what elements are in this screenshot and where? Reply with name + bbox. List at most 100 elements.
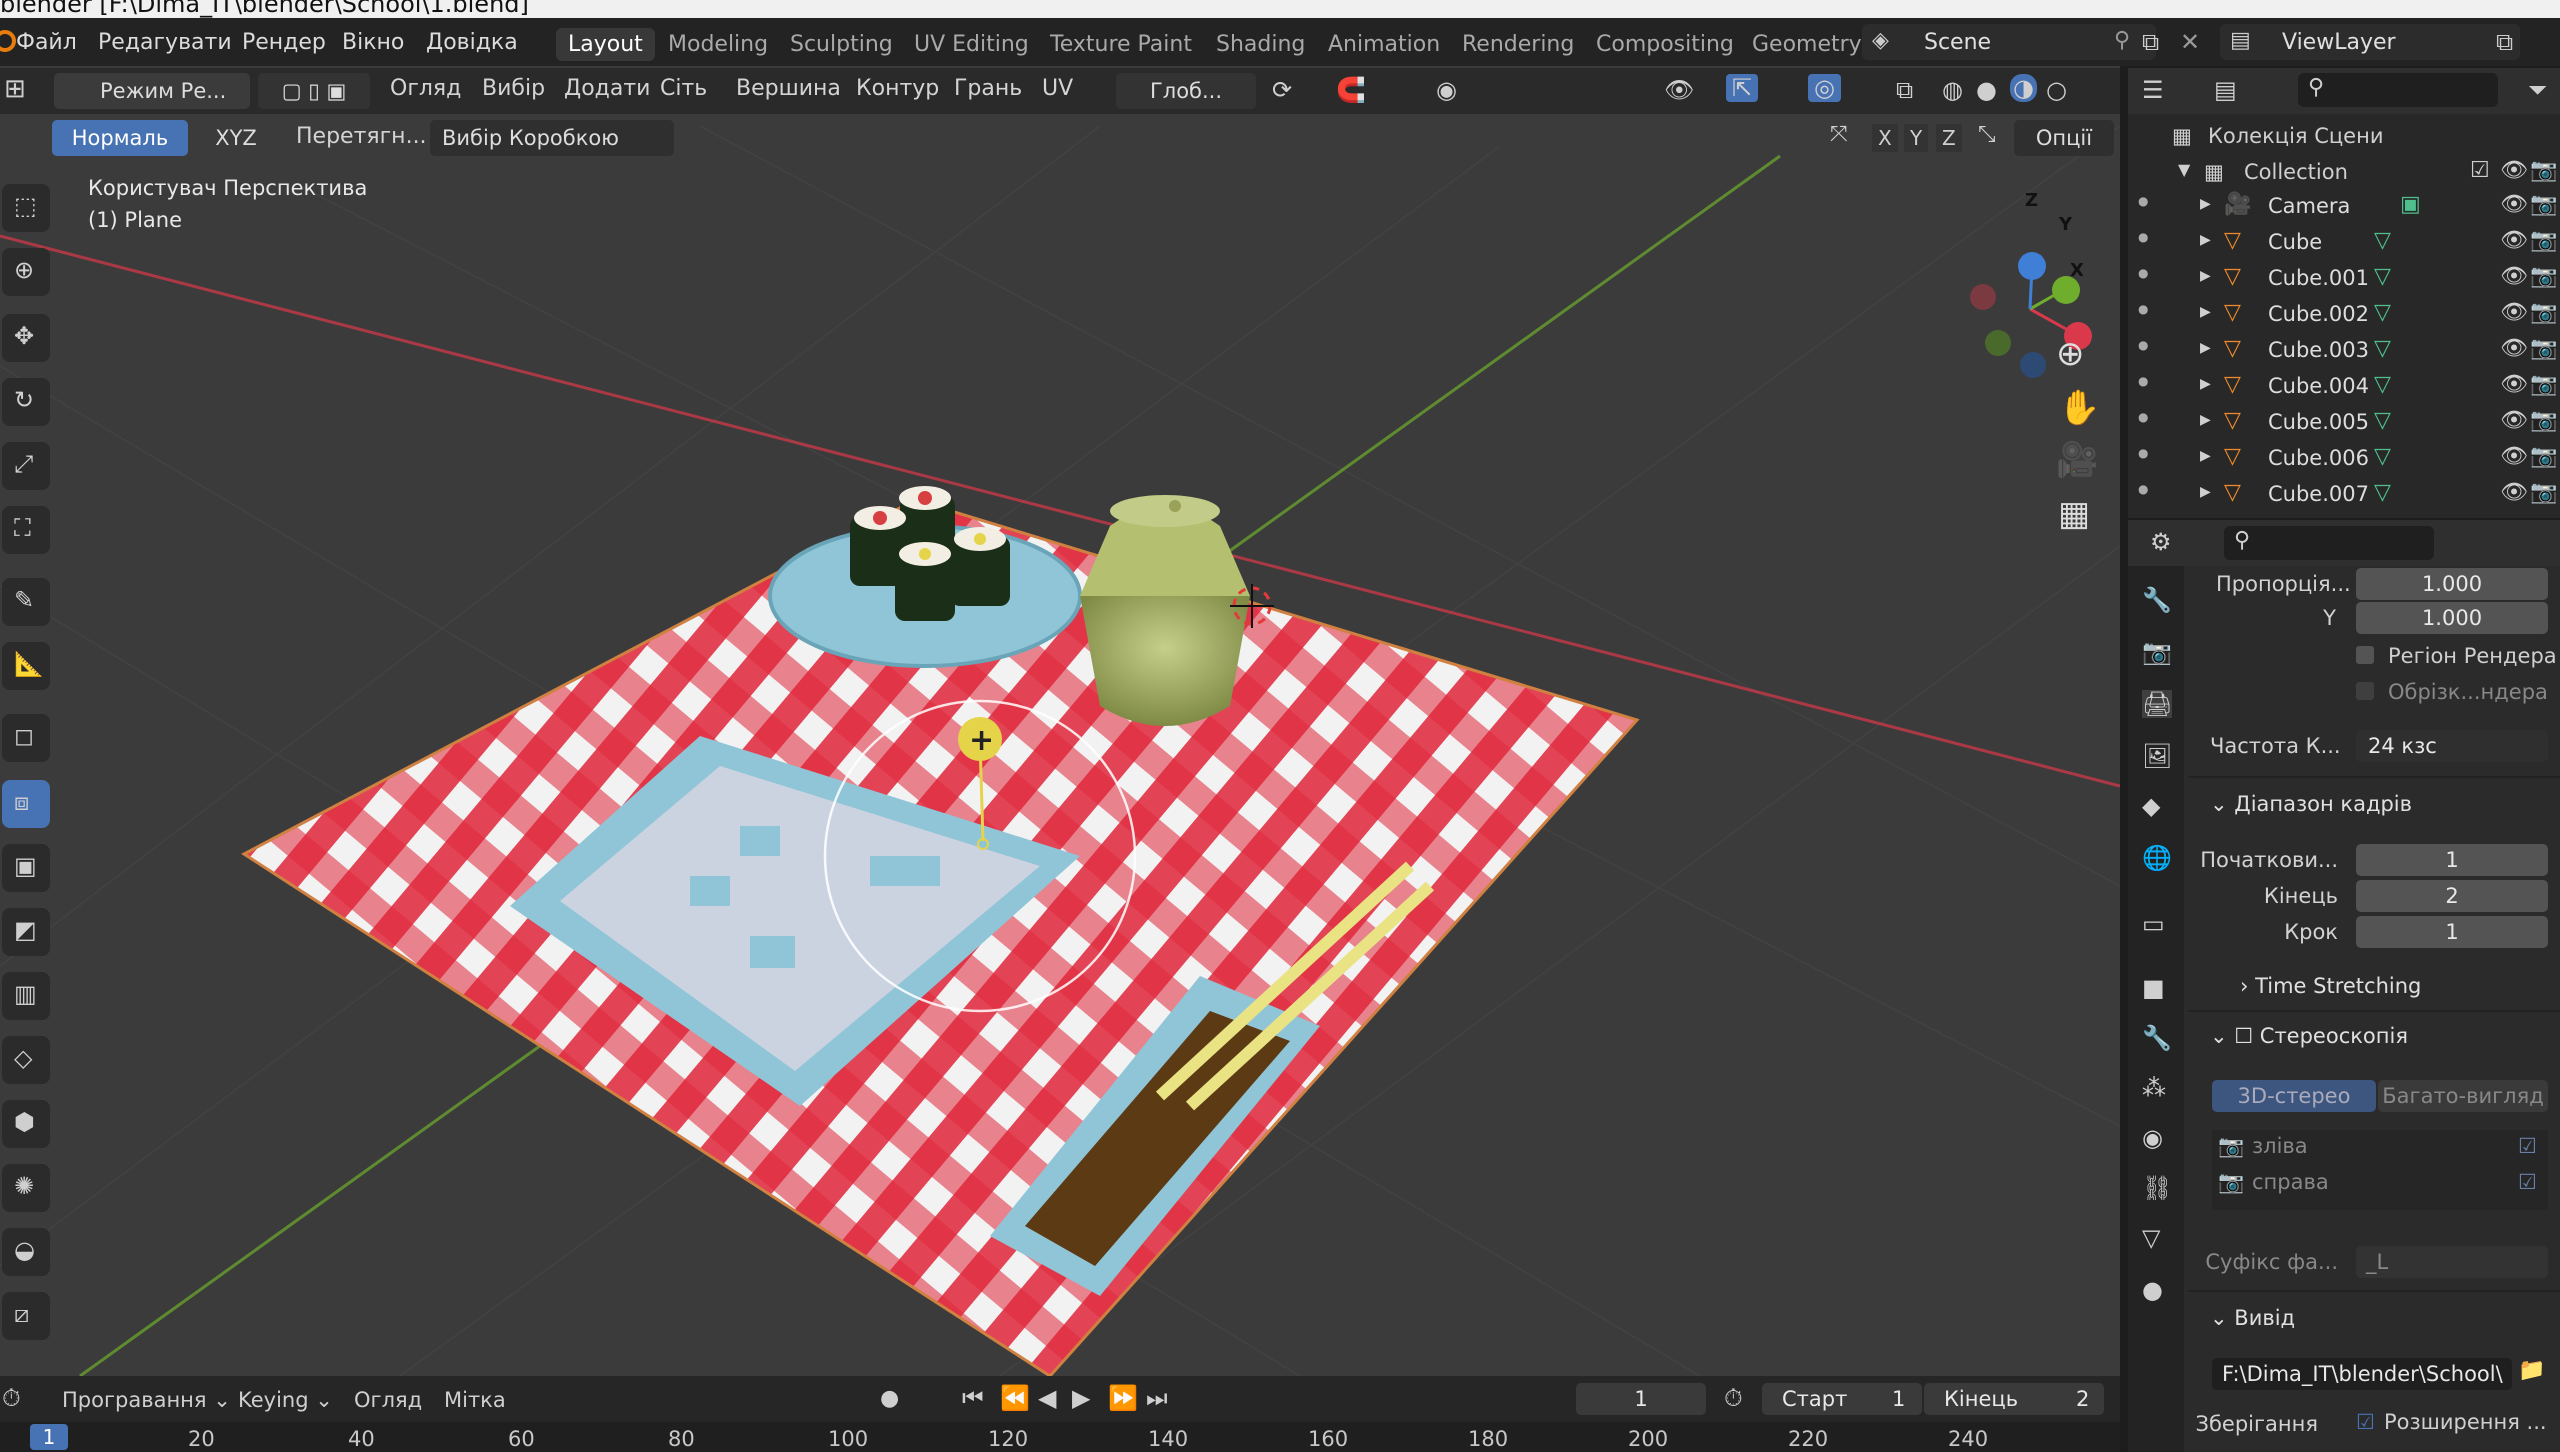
menu-window[interactable]: Вікно — [342, 30, 404, 55]
world-tab-icon[interactable]: 🌐 — [2142, 844, 2172, 872]
poly-build-tool-icon[interactable]: ⬢ — [2, 1100, 50, 1148]
material-shading-icon[interactable]: ◑ — [2010, 74, 2037, 102]
outliner-scene-collection[interactable]: ▦ Колекція Сцени — [2128, 118, 2560, 154]
play-icon[interactable]: ▶ — [1072, 1384, 1090, 1412]
visibility-icon[interactable]: 👁 — [2500, 444, 2528, 469]
collection-render-icon[interactable]: 📷 — [2530, 158, 2557, 183]
edge-slide-tool-icon[interactable]: ⧄ — [2, 1292, 50, 1340]
xray-icon[interactable]: ⧉ — [1896, 76, 1913, 104]
collection-checkbox[interactable]: ☑ — [2470, 158, 2490, 183]
outliner-item[interactable]: ● ▶ ▽ Cube.002 ▽ 👁 📷 — [2128, 296, 2560, 332]
timeline-editor-icon[interactable]: ⏱ — [2, 1384, 21, 1412]
mesh-data-icon[interactable]: ▽ — [2374, 336, 2391, 361]
mode-selector[interactable]: Режим Ре... — [54, 73, 250, 109]
render-visibility-icon[interactable]: 📷 — [2530, 372, 2557, 397]
outliner-item[interactable]: ● ▶ ▽ Cube.007 ▽ 👁 📷 — [2128, 476, 2560, 512]
mirror-icon[interactable]: ⤧ — [1830, 122, 1848, 147]
viewport-scene[interactable]: + — [0, 66, 2120, 1376]
pan-hand-icon[interactable]: ✋ — [2058, 388, 2100, 428]
render-visibility-icon[interactable]: 📷 — [2530, 264, 2557, 289]
render-visibility-icon[interactable]: 📷 — [2530, 408, 2557, 433]
menu-mesh[interactable]: Сіть — [660, 76, 707, 101]
mesh-data-icon[interactable]: ▽ — [2374, 228, 2391, 253]
menu-select[interactable]: Вибір — [482, 76, 545, 101]
select-mode-group[interactable]: ▢ ▯ ▣ — [258, 73, 370, 109]
expand-arrow-icon[interactable]: ▶ — [2200, 340, 2211, 356]
select-tool-icon[interactable]: ⬚ — [2, 184, 50, 232]
cursor-tool-icon[interactable]: ⊕ — [2, 248, 50, 296]
expand-arrow-icon[interactable]: ▶ — [2200, 484, 2211, 500]
camera-view-icon[interactable]: 🎥 — [2056, 440, 2098, 480]
timeline-view-menu[interactable]: Огляд — [354, 1388, 422, 1412]
render-visibility-icon[interactable]: 📷 — [2530, 300, 2557, 325]
spin-tool-icon[interactable]: ✺ — [2, 1164, 50, 1212]
pin-icon[interactable]: ⚲ — [2114, 28, 2130, 53]
pivot-icon[interactable]: ⟳ — [1272, 76, 1292, 104]
expand-arrow-icon[interactable]: ▶ — [2200, 304, 2211, 320]
outliner-item[interactable]: ● ▶ 🎥 Camera ▣ 👁 📷 — [2128, 188, 2560, 224]
jump-end-icon[interactable]: ⏭ — [1146, 1384, 1168, 1412]
stereoscopy-header[interactable]: ⌄ ☐ Стереоскопія — [2210, 1024, 2408, 1048]
render-visibility-icon[interactable]: 📷 — [2530, 480, 2557, 505]
mirror-z-button[interactable]: Z — [1936, 124, 1962, 152]
editor-type-icon[interactable]: ⊞ — [4, 74, 26, 104]
visibility-icon[interactable]: 👁 — [2500, 408, 2528, 433]
aspect-x-field[interactable]: 1.000 — [2356, 568, 2548, 600]
object-tab-icon[interactable]: ■ — [2142, 974, 2165, 1002]
suffix-field[interactable]: _L — [2356, 1246, 2548, 1278]
bevel-tool-icon[interactable]: ◩ — [2, 908, 50, 956]
tab-animation[interactable]: Animation — [1328, 32, 1440, 57]
visibility-icon[interactable]: 👁 — [1664, 76, 1694, 104]
extrude-tool-icon[interactable]: ⧈ — [2, 780, 50, 828]
particles-tab-icon[interactable]: ⁂ — [2142, 1074, 2166, 1102]
mesh-data-icon[interactable]: ▽ — [2374, 444, 2391, 469]
soy-sauce-pot[interactable] — [1080, 495, 1250, 726]
smooth-tool-icon[interactable]: ◒ — [2, 1228, 50, 1276]
mesh-data-icon[interactable]: ▽ — [2374, 372, 2391, 397]
orientation-normal-button[interactable]: Нормаль — [52, 120, 188, 156]
tab-layout[interactable]: Layout — [556, 28, 655, 61]
tab-uv-editing[interactable]: UV Editing — [914, 32, 1029, 57]
proportional-edit-icon[interactable]: ◉ — [1436, 76, 1457, 104]
crop-region-checkbox[interactable] — [2356, 682, 2374, 700]
menu-edge[interactable]: Контур — [856, 76, 939, 101]
menu-render[interactable]: Рендер — [242, 30, 326, 55]
snap-icon[interactable]: 🧲 — [1336, 76, 1366, 104]
display-mode-icon[interactable]: ▤ — [2214, 76, 2237, 104]
record-icon[interactable]: ● — [880, 1386, 899, 1411]
view-layer-selector[interactable]: ▤ ViewLayer — [2220, 24, 2520, 60]
auto-merge-icon[interactable]: ⤡ — [1978, 122, 1996, 147]
mirror-y-button[interactable]: Y — [1904, 124, 1929, 152]
expand-arrow-icon[interactable]: ▶ — [2200, 448, 2211, 464]
transform-orientation-selector[interactable]: Глоб... — [1116, 73, 1256, 109]
frame-end-field[interactable]: 2 — [2356, 880, 2548, 912]
render-visibility-icon[interactable]: 📷 — [2530, 228, 2557, 253]
modifier-tab-icon[interactable]: 🔧 — [2142, 1024, 2172, 1052]
new-view-layer-icon[interactable]: ⧉ — [2496, 28, 2513, 56]
frame-start-field[interactable]: 1 — [2356, 844, 2548, 876]
playback-menu[interactable]: Програвання ⌄ — [62, 1388, 231, 1412]
expand-arrow-icon[interactable]: ▶ — [2200, 268, 2211, 284]
right-view-checkbox[interactable]: ☑ — [2518, 1170, 2537, 1194]
next-keyframe-icon[interactable]: ⏩ — [1108, 1384, 1138, 1412]
constraints-tab-icon[interactable]: ⛓ — [2142, 1174, 2172, 1202]
annotate-tool-icon[interactable]: ✎ — [2, 578, 50, 626]
visibility-icon[interactable]: 👁 — [2500, 372, 2528, 397]
properties-search[interactable]: ⚲ — [2224, 526, 2434, 560]
expand-arrow-icon[interactable]: ▶ — [2200, 376, 2211, 392]
measure-tool-icon[interactable]: 📐 — [2, 642, 50, 690]
menu-add[interactable]: Додати — [564, 76, 650, 101]
scene-tab-icon[interactable]: ◆ — [2142, 792, 2160, 820]
jump-start-icon[interactable]: ⏮ — [962, 1384, 984, 1412]
expand-arrow-icon[interactable]: ▶ — [2200, 412, 2211, 428]
expand-arrow-icon[interactable]: ▶ — [2200, 196, 2211, 212]
perspective-grid-icon[interactable]: ▦ — [2058, 494, 2090, 534]
marker-menu[interactable]: Мітка — [444, 1388, 506, 1412]
visibility-icon[interactable]: 👁 — [2500, 336, 2528, 361]
visibility-icon[interactable]: 👁 — [2500, 300, 2528, 325]
tab-sculpting[interactable]: Sculpting — [790, 32, 893, 57]
inset-tool-icon[interactable]: ▣ — [2, 844, 50, 892]
close-scene-icon[interactable]: ✕ — [2180, 28, 2200, 56]
frame-range-header[interactable]: ⌄ Діапазон кадрів — [2210, 792, 2412, 816]
tab-shading[interactable]: Shading — [1216, 32, 1305, 57]
